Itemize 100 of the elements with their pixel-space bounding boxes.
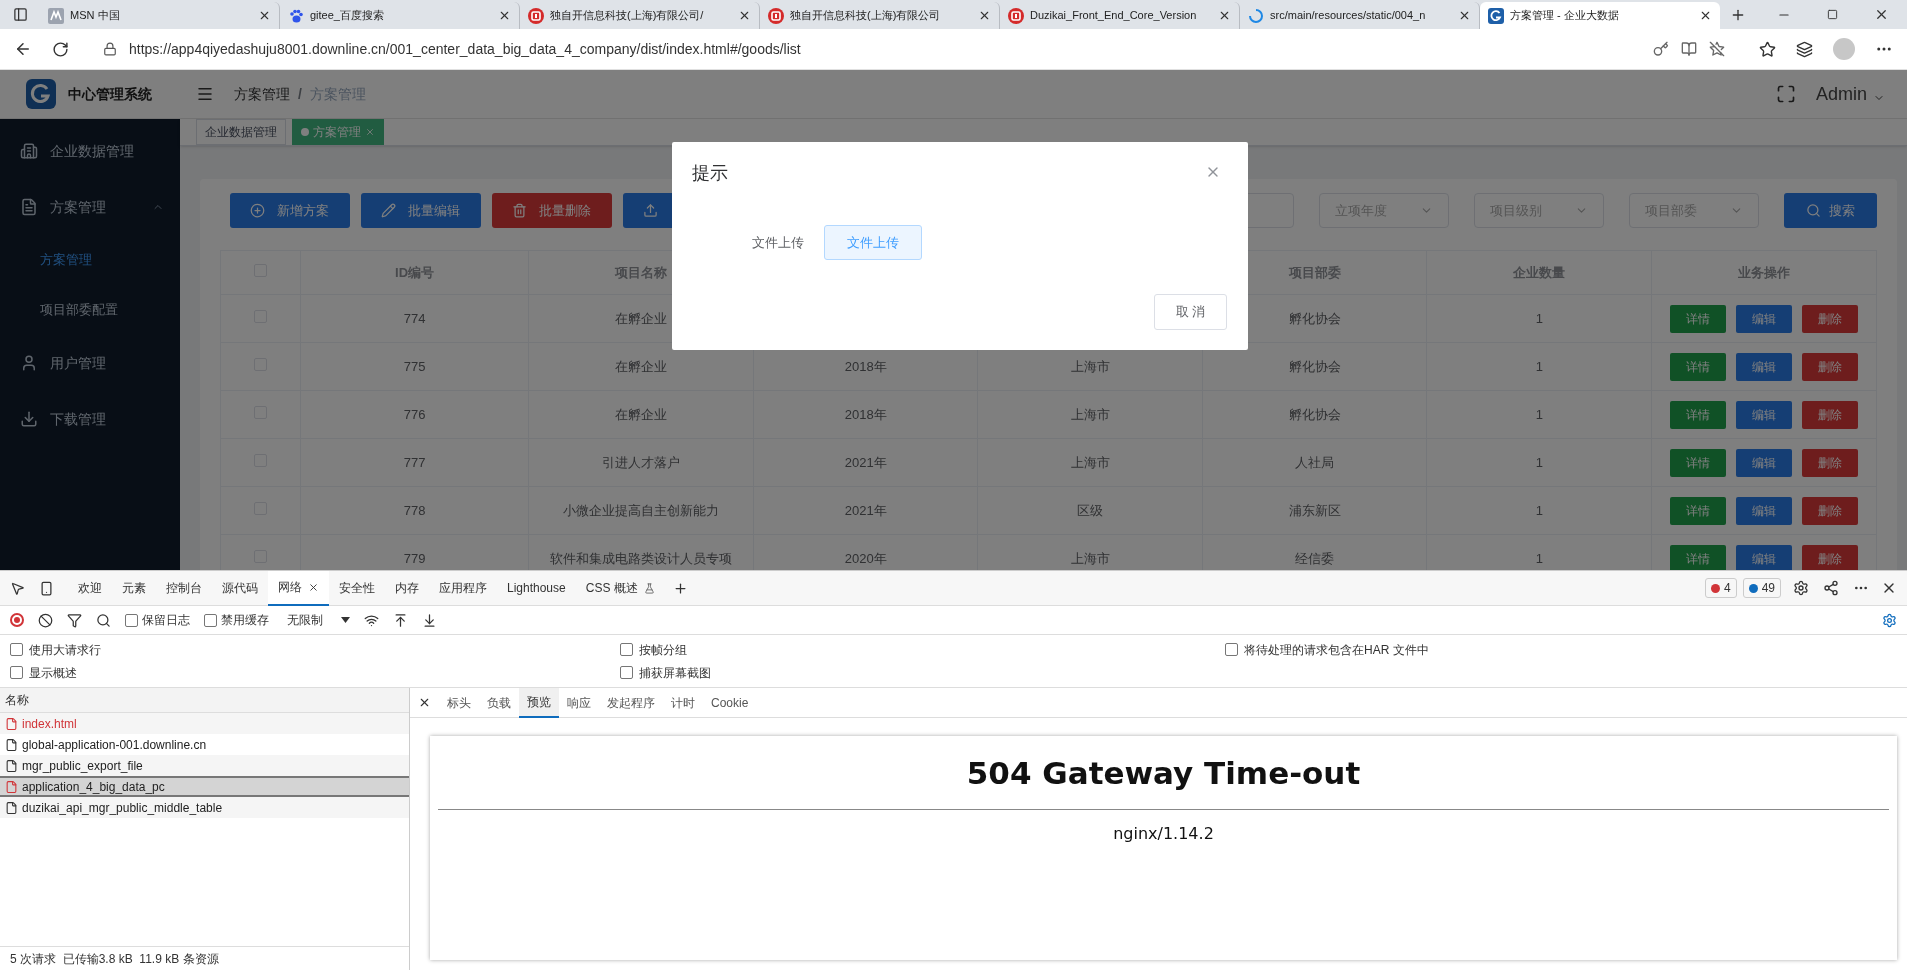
table-cell: 2021年 bbox=[844, 502, 887, 518]
table-cell: 软件和集成电路类设计人员专项 bbox=[550, 550, 733, 566]
tab-title: Duzikai_Front_End_Core_Version bbox=[1030, 8, 1198, 24]
table-cell: 778 bbox=[403, 502, 426, 518]
table-cell: 775 bbox=[403, 358, 426, 374]
dialog-title: 提示 bbox=[692, 162, 728, 185]
devtools-tab[interactable]: 源代码 bbox=[212, 570, 268, 606]
checkbox-label: 禁用缓存 bbox=[221, 612, 269, 629]
devtools-tab[interactable]: 安全性 bbox=[329, 570, 385, 606]
throttling-select[interactable]: 无限制 bbox=[283, 609, 350, 631]
table-cell: 引进人才落户 bbox=[602, 454, 681, 470]
row-action-button[interactable]: 详情 bbox=[1670, 496, 1726, 525]
row-action-button[interactable]: 编辑 bbox=[1736, 544, 1792, 570]
table-cell: 孵化协会 bbox=[1288, 406, 1341, 422]
row-action-button[interactable]: 详情 bbox=[1670, 304, 1726, 333]
toolbar-button[interactable]: 批量编辑 bbox=[361, 193, 481, 228]
cancel-button[interactable]: 取 消 bbox=[1154, 294, 1227, 330]
table-cell: 孵化协会 bbox=[1288, 358, 1341, 374]
devtools-tab[interactable]: 控制台 bbox=[156, 570, 212, 606]
detail-tab[interactable]: 响应 bbox=[559, 687, 599, 718]
tab-title: 方案管理 - 企业大数据 bbox=[1510, 8, 1620, 24]
row-action-button[interactable]: 详情 bbox=[1670, 544, 1726, 570]
row-action-button[interactable]: 编辑 bbox=[1736, 304, 1792, 333]
tab-title: MSN 中国 bbox=[70, 8, 121, 24]
table-cell: 区级 bbox=[1077, 502, 1104, 518]
row-action-button[interactable]: 删除 bbox=[1802, 352, 1858, 381]
detail-tab[interactable]: 预览 bbox=[519, 687, 559, 718]
table-cell: 776 bbox=[403, 406, 426, 422]
detail-tab[interactable]: 标头 bbox=[439, 687, 479, 718]
table-cell: 上海市 bbox=[1070, 550, 1110, 566]
detail-tab[interactable]: 负载 bbox=[479, 687, 519, 718]
table-cell: 上海市 bbox=[1070, 406, 1110, 422]
table-cell: 在孵企业 bbox=[615, 406, 668, 422]
user-name[interactable]: Admin bbox=[1815, 80, 1867, 108]
toolbar-button[interactable]: 新增方案 bbox=[230, 193, 350, 228]
checkbox-label: 保留日志 bbox=[142, 612, 190, 629]
tab-title: 独自开信息科技(上海)有限公司/ bbox=[550, 8, 705, 24]
breadcrumb-separator: / bbox=[298, 84, 302, 104]
devtools-tab[interactable]: 内存 bbox=[385, 570, 429, 606]
request-summary: 5 次请求 已传输3.8 kB 11.9 kB 条资源 bbox=[10, 950, 219, 968]
row-action-button[interactable]: 详情 bbox=[1670, 400, 1726, 429]
request-row[interactable]: duzikai_api_mgr_public_middle_table bbox=[0, 797, 409, 818]
row-action-button[interactable]: 编辑 bbox=[1736, 496, 1792, 525]
submenu-item[interactable]: 项目部委配置 bbox=[0, 285, 180, 335]
table-cell: 浦东新区 bbox=[1288, 502, 1341, 518]
detail-tab[interactable]: 发起程序 bbox=[599, 687, 663, 718]
tab-title: src/main/resources/static/004_n bbox=[1270, 8, 1427, 24]
table-cell: 在孵企业 bbox=[615, 358, 668, 374]
row-action-button[interactable]: 删除 bbox=[1802, 400, 1858, 429]
checkbox-label: 捕获屏幕截图 bbox=[639, 664, 711, 682]
menu-item[interactable]: 方案管理 bbox=[0, 179, 180, 235]
row-action-button[interactable]: 编辑 bbox=[1736, 400, 1792, 429]
request-row[interactable]: index.html bbox=[0, 713, 409, 734]
devtools-tab[interactable]: Lighthouse bbox=[497, 570, 576, 606]
browser-tab[interactable]: 方案管理 - 企业大数据 bbox=[1480, 2, 1720, 29]
table-cell: 人社局 bbox=[1295, 454, 1335, 470]
menu-item[interactable]: 企业数据管理 bbox=[0, 123, 180, 179]
devtools-tab[interactable]: 欢迎 bbox=[68, 570, 112, 606]
table-cell: 1 bbox=[1535, 550, 1543, 566]
url-text: https://app4qiyedashuju8001.downline.cn/001_center_data_big_data_4_company/dist/index.html#/goods/list bbox=[129, 39, 801, 59]
row-action-button[interactable]: 编辑 bbox=[1736, 352, 1792, 381]
devtools-tab[interactable]: 应用程序 bbox=[429, 570, 497, 606]
table-cell: 上海市 bbox=[1070, 454, 1110, 470]
table-cell: 2020年 bbox=[844, 550, 887, 566]
error-count-badge[interactable]: 4 bbox=[1704, 578, 1737, 598]
detail-tab[interactable]: Cookie bbox=[703, 687, 757, 718]
menu-item[interactable]: 用户管理 bbox=[0, 335, 180, 391]
devtools-tab[interactable]: 元素 bbox=[112, 570, 156, 606]
request-row[interactable]: application_4_big_data_pc bbox=[0, 776, 409, 797]
search-button[interactable]: 搜索 bbox=[1784, 193, 1877, 228]
checkbox-label: 显示概述 bbox=[29, 664, 77, 682]
page-tag[interactable]: 企业数据管理 bbox=[196, 119, 286, 145]
menu-item[interactable]: 下载管理 bbox=[0, 391, 180, 447]
table-cell: 1 bbox=[1535, 310, 1543, 326]
table-cell: 774 bbox=[403, 310, 426, 326]
devtools-tab[interactable]: 网络 bbox=[268, 570, 329, 606]
row-action-button[interactable]: 编辑 bbox=[1736, 448, 1792, 477]
message-count-badge[interactable]: 49 bbox=[1742, 578, 1781, 598]
tab-title: gitee_百度搜索 bbox=[310, 8, 385, 24]
detail-tab[interactable]: 计时 bbox=[663, 687, 703, 718]
field-label: 文件上传 bbox=[752, 233, 804, 252]
table-cell: 777 bbox=[403, 454, 426, 470]
row-action-button[interactable]: 详情 bbox=[1670, 352, 1726, 381]
table-cell: 在孵企业 bbox=[615, 310, 668, 326]
checkbox-label: 使用大请求行 bbox=[29, 641, 101, 659]
row-action-button[interactable]: 删除 bbox=[1802, 304, 1858, 333]
row-action-button[interactable]: 删除 bbox=[1802, 496, 1858, 525]
table-cell: 经信委 bbox=[1295, 550, 1335, 566]
request-row[interactable]: mgr_public_export_file bbox=[0, 755, 409, 776]
error-heading: 504 Gateway Time-out bbox=[966, 754, 1361, 793]
devtools-tab[interactable]: CSS 概述 bbox=[575, 570, 665, 606]
toolbar-button[interactable]: 批量删除 bbox=[492, 193, 612, 228]
breadcrumb-link[interactable]: 方案管理 bbox=[234, 83, 290, 105]
upload-button[interactable]: 文件上传 bbox=[824, 225, 922, 260]
table-cell: 779 bbox=[403, 550, 426, 566]
table-cell: 1 bbox=[1535, 502, 1543, 518]
row-action-button[interactable]: 删除 bbox=[1802, 448, 1858, 477]
row-action-button[interactable]: 删除 bbox=[1802, 544, 1858, 570]
submenu-item[interactable]: 方案管理 bbox=[0, 235, 180, 285]
row-action-button[interactable]: 详情 bbox=[1670, 448, 1726, 477]
